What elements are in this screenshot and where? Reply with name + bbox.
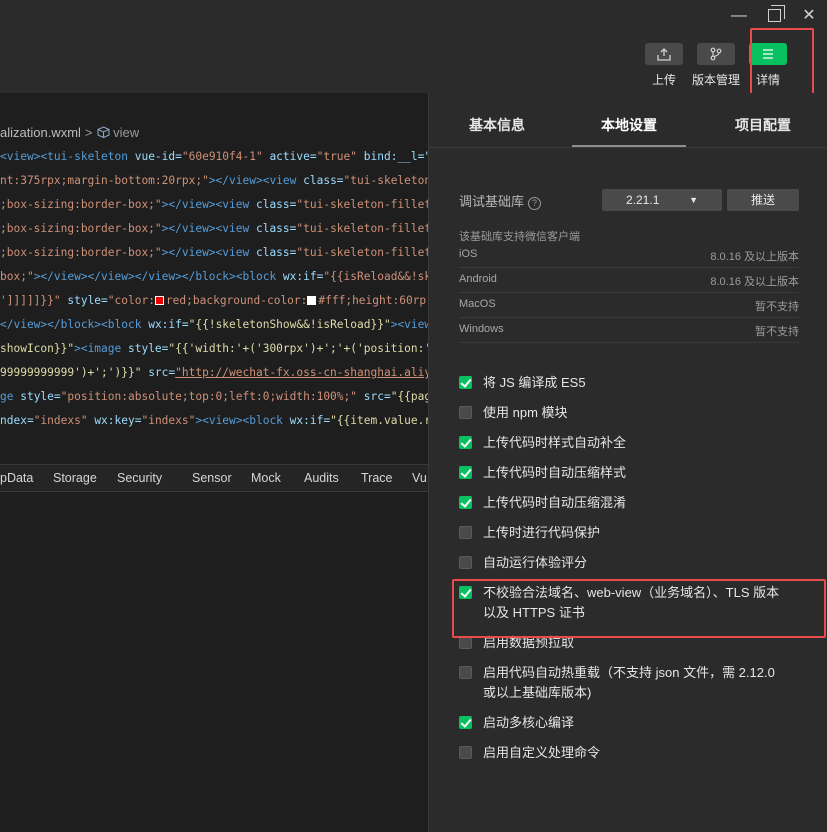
code-line: <view><tui-skeleton vue-id="60e910f4-1" … (0, 150, 428, 163)
version-manager-label: 版本管理 (691, 73, 740, 87)
code-line: box;"></view></view></view></block><bloc… (0, 270, 428, 283)
maximize-button[interactable] (763, 5, 785, 26)
color-swatch-white[interactable] (307, 296, 317, 305)
close-button[interactable]: ✕ (798, 6, 820, 26)
breadcrumb-file[interactable]: alization.wxml (0, 125, 81, 140)
chevron-down-icon: ▼ (689, 195, 698, 205)
code-lines[interactable]: <view><tui-skeleton vue-id="60e910f4-1" … (0, 145, 428, 433)
devtools-tab-storage[interactable]: Storage (53, 471, 97, 485)
cube-icon (97, 125, 110, 140)
upload-label: 上传 (651, 73, 676, 87)
devtools-tab-sensor[interactable]: Sensor (192, 471, 232, 485)
devtools-tab-security[interactable]: Security (117, 471, 162, 485)
support-note: 该基础库支持微信客户端 (459, 231, 580, 243)
push-button[interactable]: 推送 (727, 189, 799, 211)
checkbox[interactable] (459, 716, 472, 729)
help-icon[interactable]: ? (528, 197, 542, 210)
code-line: ndex="indexs" wx:key="indexs"><view><blo… (0, 414, 428, 427)
minimize-button[interactable]: — (728, 6, 750, 26)
code-line: ;box-sizing:border-box;"></view><view cl… (0, 198, 428, 211)
code-line: ']]]]]}}" style="color: red;background-co… (0, 294, 427, 307)
checkbox[interactable] (459, 556, 472, 569)
maximize-icon (767, 5, 785, 22)
checkbox[interactable] (459, 496, 472, 509)
checkbox[interactable] (459, 406, 472, 419)
breadcrumb: alization.wxml > view (0, 125, 139, 143)
code-line: 99999999999')+';')}}" src="http://wechat… (0, 366, 428, 379)
tab-divider (429, 147, 827, 148)
devtools-tab-trace[interactable]: Trace (361, 471, 393, 485)
checkbox[interactable] (459, 666, 472, 679)
code-line: </view></block><block wx:if="{{!skeleton… (0, 318, 428, 331)
devtools-tab-mock[interactable]: Mock (251, 471, 281, 485)
devtools-tab-audits[interactable]: Audits (304, 471, 339, 485)
checkbox[interactable] (459, 466, 472, 479)
env-row-macos: MacOS 暂不支持 (459, 293, 799, 318)
detail-highlight-box (750, 28, 814, 103)
devtools-tab-bar: pData Storage Security Sensor Mock Audit… (0, 464, 428, 492)
devtools-tab-vue[interactable]: Vu (412, 471, 427, 485)
checkbox[interactable] (459, 526, 472, 539)
checkbox[interactable] (459, 436, 472, 449)
debug-lib-label: 调试基础库? (459, 191, 542, 210)
color-swatch-red[interactable] (154, 296, 164, 305)
option-highlight-box (452, 579, 826, 638)
top-toolbar: — ✕ 上传 版本管理 详情 (0, 0, 827, 93)
tab-project-config[interactable]: 项目配置 (735, 115, 791, 135)
tab-basic-info[interactable]: 基本信息 (469, 115, 525, 135)
checkbox[interactable] (459, 376, 472, 389)
code-line: showIcon}}"><image style="{{'width:'+('3… (0, 342, 428, 355)
code-line: ;box-sizing:border-box;"></view><view cl… (0, 222, 428, 235)
version-manager-button[interactable]: 版本管理 (690, 43, 742, 88)
branch-icon (697, 43, 735, 65)
env-row-ios: iOS 8.0.16 及以上版本 (459, 243, 799, 268)
upload-icon (645, 43, 683, 65)
upload-button[interactable]: 上传 (644, 43, 684, 88)
code-line: ;box-sizing:border-box;"></view><view cl… (0, 246, 428, 259)
breadcrumb-node[interactable]: view (113, 125, 139, 140)
code-line: nt:375rpx;margin-bottom:20rpx;"></view><… (0, 174, 428, 187)
devtools-tab-appdata[interactable]: pData (0, 471, 33, 485)
checkbox[interactable] (459, 746, 472, 759)
code-line: ge style="position:absolute;top:0;left:0… (0, 390, 428, 403)
env-row-windows: Windows 暂不支持 (459, 318, 799, 343)
lib-version-select[interactable]: 2.21.1 ▼ (602, 189, 722, 211)
details-panel: 基本信息 本地设置 项目配置 调试基础库? 2.21.1 ▼ 推送 该基础库支持微… (428, 93, 827, 832)
tab-local-settings[interactable]: 本地设置 (601, 115, 657, 135)
breadcrumb-separator: > (84, 125, 93, 140)
devtools-window: — ✕ 上传 版本管理 详情 alization.wxml > view <vi… (0, 0, 827, 832)
code-editor: alization.wxml > view <view><tui-skeleton… (0, 93, 428, 832)
env-row-android: Android 8.0.16 及以上版本 (459, 268, 799, 293)
